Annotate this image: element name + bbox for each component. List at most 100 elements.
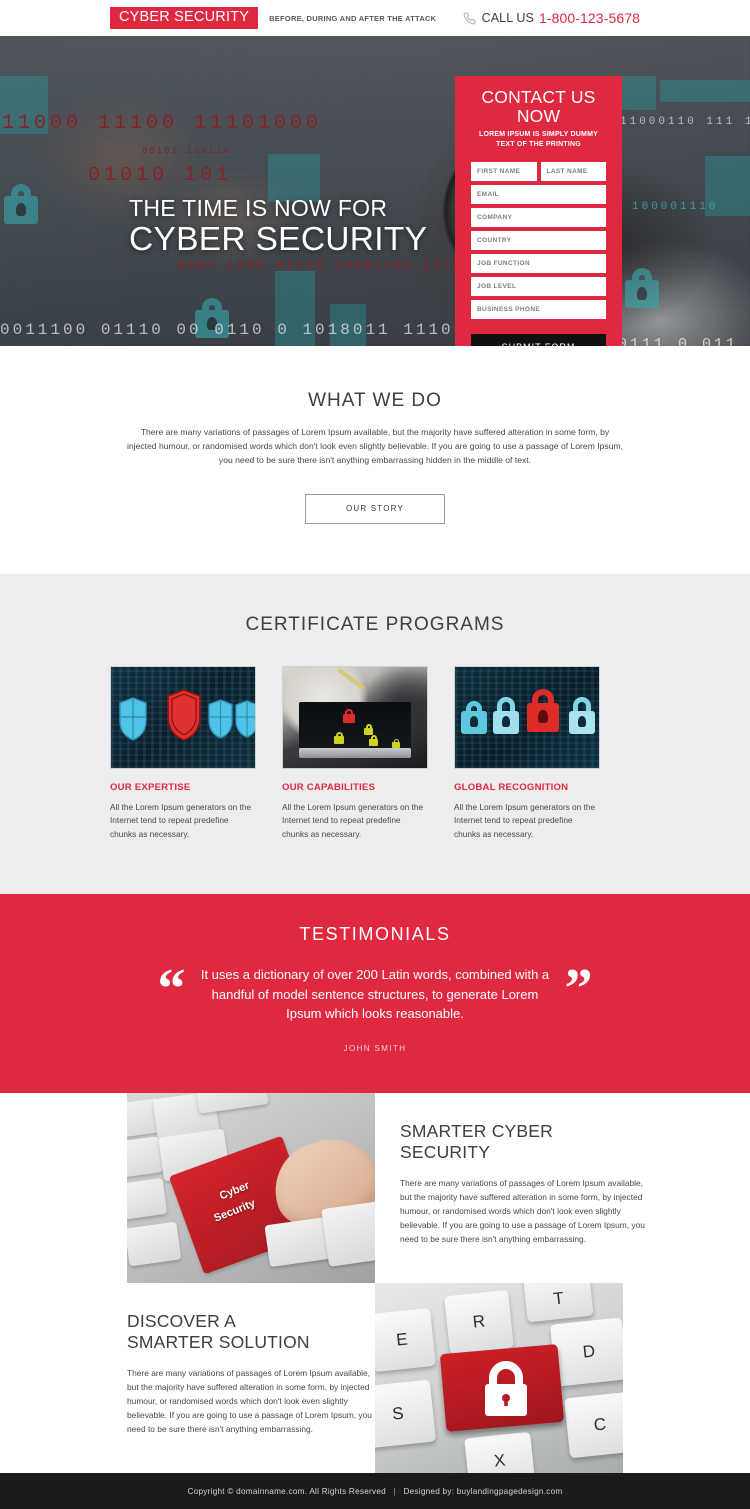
quote-open-icon: “ — [157, 957, 186, 1020]
job-function-row — [471, 253, 606, 273]
padlock-yellow-icon — [364, 723, 373, 735]
what-we-do-body: There are many variations of passages of… — [126, 427, 624, 465]
what-we-do-title: WHAT WE DO — [308, 390, 442, 411]
shields-binary-image — [110, 665, 256, 769]
binary-overlay-text: 0011100 01110 00 0110 0 1018011 1110 — [0, 321, 454, 339]
certificate-card-title: OUR EXPERTISE — [110, 781, 191, 793]
certificate-card-title: OUR CAPABILITIES — [282, 781, 376, 793]
testimonial-item: “ It uses a dictionary of over 200 Latin… — [0, 957, 750, 1024]
hero-section: 11000 11100 11101000 00101 100110 01010 … — [0, 36, 750, 346]
contact-form[interactable]: CONTACT US NOW LOREM IPSUM IS SIMPLY DUM… — [455, 76, 622, 346]
padlock-yellow-icon — [334, 731, 344, 744]
hero-headline: THE TIME IS NOW FOR CYBER SECURITY — [129, 196, 427, 260]
last-name-input[interactable] — [540, 161, 606, 181]
contact-form-title: CONTACT US NOW — [481, 87, 596, 127]
hero-headline-line2: CYBER SECURITY — [129, 220, 428, 258]
teal-padlock-icon — [625, 268, 659, 308]
feature-2-text-inner: DISCOVER A SMARTER SOLUTION There are ma… — [127, 1311, 375, 1473]
certificate-card[interactable]: GLOBAL RECOGNITION All the Lorem Ipsum g… — [454, 665, 600, 842]
binary-overlay-text: 11000 11100 11101000 — [2, 112, 323, 135]
keyboard-key-E: E — [375, 1307, 436, 1373]
email-input[interactable] — [471, 184, 606, 204]
binary-overlay-text: 00101 100110 — [142, 146, 231, 156]
call-us-label: CALL US — [481, 11, 534, 25]
shield-icon — [235, 700, 255, 738]
submit-form-button[interactable]: SUBMIT FORM — [471, 333, 606, 346]
teal-padlock-icon — [4, 184, 38, 224]
testimonials-title: TESTIMONIALS — [299, 923, 451, 944]
footer-text: Copyright © domainname.com. All Rights R… — [188, 1487, 563, 1496]
country-input[interactable] — [471, 230, 606, 250]
shield-icon — [119, 697, 147, 741]
job-level-row — [471, 276, 606, 296]
binary-overlay-text: 01010 101 — [88, 164, 233, 187]
contact-form-subtitle: LOREM IPSUM IS SIMPLY DUMMY TEXT OF THE … — [479, 130, 598, 148]
feature-1-title-line1: SMARTER CYBER — [400, 1121, 553, 1142]
testimonial-author: JOHN SMITH — [343, 1044, 407, 1054]
binary-overlay-text: 100001110 — [632, 201, 719, 213]
feature-1-image-wrap: Cyber Security — [0, 1093, 375, 1284]
binary-overlay-text: 11000110 111 11 — [620, 116, 750, 128]
keyboard-key-S: S — [375, 1379, 437, 1449]
testimonials-section: TESTIMONIALS “ It uses a dictionary of o… — [0, 893, 750, 1094]
country-row — [471, 230, 606, 250]
feature-2-image-wrap: E R T D S C X — [375, 1283, 750, 1474]
certificate-card-text: All the Lorem Ipsum generators on the In… — [110, 801, 252, 840]
header-inner: CYBER SECURITY BEFORE, DURING AND AFTER … — [110, 7, 640, 29]
testimonial-quote: It uses a dictionary of over 200 Latin w… — [200, 966, 550, 1022]
company-input[interactable] — [471, 207, 606, 227]
feature-1-text-wrap: SMARTER CYBER SECURITY There are many va… — [375, 1093, 750, 1283]
call-us-block[interactable]: CALL US 1-800-123-5678 — [463, 10, 640, 26]
footer-credit[interactable]: Designed by: buylandingpagedesign.com — [403, 1487, 562, 1496]
what-we-do-container: WHAT WE DO There are many variations of … — [110, 390, 640, 524]
name-row — [471, 161, 606, 181]
company-row — [471, 207, 606, 227]
logo[interactable]: CYBER SECURITY — [110, 7, 259, 29]
padlocks-binary-image — [454, 665, 600, 769]
cyber-security-keyboard-key-image: Cyber Security — [127, 1093, 375, 1284]
hero-headline-line1: THE TIME IS NOW FOR — [129, 195, 388, 221]
certificate-card[interactable]: OUR CAPABILITIES All the Lorem Ipsum gen… — [282, 665, 428, 842]
padlock-icon — [569, 696, 595, 734]
padlock-yellow-icon — [392, 738, 400, 748]
job-function-input[interactable] — [471, 253, 606, 273]
email-row — [471, 184, 606, 204]
feature-block-2: DISCOVER A SMARTER SOLUTION There are ma… — [0, 1283, 750, 1474]
certificate-card[interactable]: OUR EXPERTISE All the Lorem Ipsum genera… — [110, 665, 256, 842]
our-story-button[interactable]: OUR STORY — [305, 493, 445, 524]
certificate-programs-container: CERTIFICATE PROGRAMS OUR EXPERTISE All t… — [110, 614, 640, 842]
feature-2-text: There are many variations of passages of… — [127, 1367, 372, 1435]
padlock-red-icon — [343, 708, 355, 723]
feature-block-1: Cyber Security SMARTER CYBER SECURITY Th… — [0, 1093, 750, 1284]
what-we-do-section: WHAT WE DO There are many variations of … — [0, 346, 750, 574]
certificate-card-text: All the Lorem Ipsum generators on the In… — [454, 801, 596, 840]
feature-1-text: There are many variations of passages of… — [400, 1177, 645, 1245]
site-header: CYBER SECURITY BEFORE, DURING AND AFTER … — [0, 0, 750, 36]
keyboard-key — [321, 1201, 375, 1267]
quote-close-icon: ” — [564, 957, 593, 1020]
keyboard-key-C: C — [564, 1391, 623, 1459]
certificate-card-title: GLOBAL RECOGNITION — [454, 781, 569, 793]
job-level-input[interactable] — [471, 276, 606, 296]
feature-1-title: SMARTER CYBER SECURITY — [400, 1121, 648, 1164]
feature-2-text-wrap: DISCOVER A SMARTER SOLUTION There are ma… — [0, 1283, 375, 1473]
analyst-laptop-locks-image — [282, 665, 428, 769]
first-name-input[interactable] — [471, 161, 537, 181]
feature-2-title: DISCOVER A SMARTER SOLUTION — [127, 1311, 375, 1354]
shield-icon-highlighted — [167, 688, 201, 741]
site-footer: Copyright © domainname.com. All Rights R… — [0, 1473, 750, 1509]
phone-icon — [463, 12, 476, 25]
business-phone-input[interactable] — [471, 299, 606, 319]
footer-separator: | — [393, 1486, 396, 1496]
keyboard-key-T: T — [522, 1283, 594, 1323]
padlock-keyboard-key-image: E R T D S C X — [375, 1283, 623, 1474]
certificate-programs-title: CERTIFICATE PROGRAMS — [245, 613, 505, 635]
footer-copyright: Copyright © domainname.com. All Rights R… — [187, 1486, 386, 1496]
header-tagline: BEFORE, DURING AND AFTER THE ATTACK — [269, 13, 437, 23]
certificate-card-text: All the Lorem Ipsum generators on the In… — [282, 801, 424, 840]
business-phone-row — [471, 299, 606, 319]
call-us-number[interactable]: 1-800-123-5678 — [539, 10, 640, 26]
keyboard-key-D: D — [549, 1317, 623, 1387]
feature-2-title-line1: DISCOVER A — [127, 1311, 236, 1332]
binary-overlay-text: 0001 1000 01110 10001100 11101100 — [178, 258, 502, 273]
